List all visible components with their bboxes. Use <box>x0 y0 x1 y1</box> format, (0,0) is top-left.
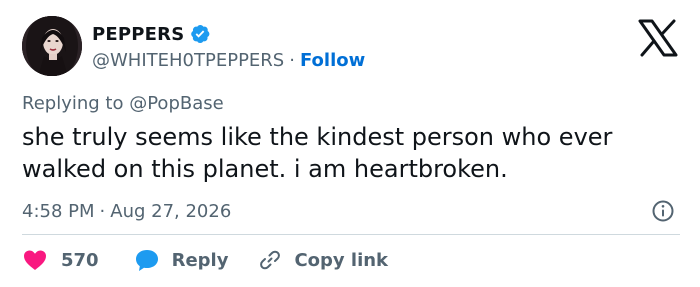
tweet-embed: PEPPERS @WHITEH0TPEPPERS · Follow Replyi… <box>0 0 700 287</box>
profile-photo-image <box>22 16 82 76</box>
tweet-date[interactable]: Aug 27, 2026 <box>110 201 231 222</box>
like-count: 570 <box>61 249 99 271</box>
author-handle[interactable]: @WHITEH0TPEPPERS <box>92 50 284 71</box>
like-button[interactable]: 570 <box>22 248 99 272</box>
x-logo-icon[interactable] <box>636 18 680 58</box>
follow-button[interactable]: Follow <box>300 50 365 71</box>
handle-separator: · <box>289 49 295 71</box>
info-icon[interactable] <box>651 199 675 223</box>
reply-context: Replying to @PopBase <box>22 93 224 114</box>
reply-bubble-icon <box>135 250 158 271</box>
tweet-time[interactable]: 4:58 PM <box>22 201 95 222</box>
divider <box>22 234 680 235</box>
tweet-actions: 570 Reply Copy link <box>22 245 388 275</box>
tweet-text: she truly seems like the kindest person … <box>22 123 613 183</box>
heart-icon <box>24 250 46 270</box>
author-display-name[interactable]: PEPPERS <box>92 24 184 45</box>
avatar[interactable] <box>22 16 82 76</box>
reply-context-prefix: Replying to <box>22 93 124 114</box>
meta-separator: · <box>99 200 106 222</box>
copy-link-button[interactable]: Copy link <box>258 248 388 272</box>
author-name-row: PEPPERS <box>92 22 211 46</box>
reply-button[interactable]: Reply <box>134 248 229 272</box>
author-handle-row: @WHITEH0TPEPPERS · Follow <box>92 48 365 72</box>
tweet-meta: 4:58 PM · Aug 27, 2026 <box>22 199 231 223</box>
link-icon <box>260 250 281 270</box>
copy-link-label: Copy link <box>294 249 389 271</box>
verified-badge-icon <box>191 25 210 43</box>
reply-label: Reply <box>171 249 229 271</box>
reply-context-mention[interactable]: @PopBase <box>129 93 223 114</box>
